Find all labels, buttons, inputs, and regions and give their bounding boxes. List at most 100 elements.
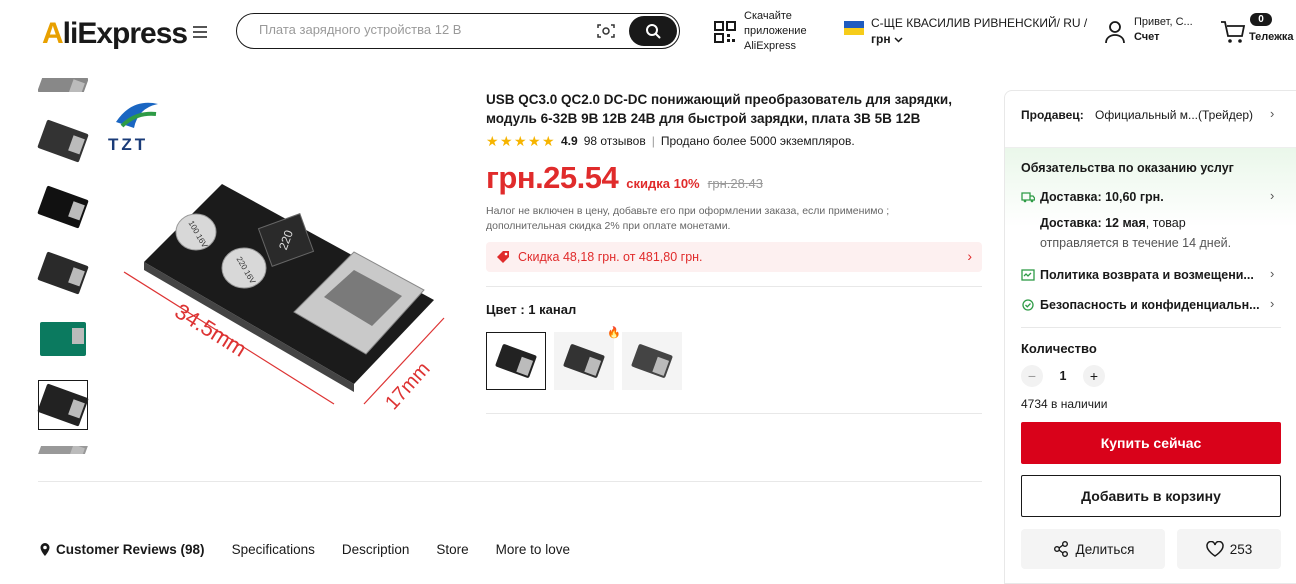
hot-flame-icon: 🔥 xyxy=(607,327,621,339)
quantity-label: Количество xyxy=(1021,341,1097,356)
menu-icon[interactable] xyxy=(193,26,207,38)
user-icon[interactable] xyxy=(1104,20,1126,44)
security-privacy-link[interactable]: Безопасность и конфиденциальн... xyxy=(1021,298,1261,312)
cart-icon[interactable] xyxy=(1220,20,1246,44)
tab-customer-reviews[interactable]: Customer Reviews (98) xyxy=(40,542,205,557)
search-bar xyxy=(236,13,680,49)
likes-count: 253 xyxy=(1229,541,1253,557)
stock-count: 4734 в наличии xyxy=(1021,397,1108,411)
reviews-link[interactable]: 98 отзывов xyxy=(584,134,646,148)
chevron-down-icon xyxy=(894,37,903,43)
tab-description[interactable]: Description xyxy=(342,542,410,557)
star-icon: ★ xyxy=(500,132,513,149)
currency-text: грн xyxy=(871,32,891,46)
shipping-cost: Доставка: 10,60 грн. xyxy=(1040,190,1164,204)
current-price: грн.25.54 xyxy=(486,160,619,195)
seller-row[interactable]: Продавец: Официальный м...(Трейдер) xyxy=(1021,108,1253,122)
cart-label[interactable]: Тележка xyxy=(1249,31,1294,43)
promo-banner[interactable]: Скидка 48,18 грн. от 481,80 грн. › xyxy=(486,242,982,272)
search-icon xyxy=(646,24,661,39)
search-button[interactable] xyxy=(629,16,677,46)
price-row: грн.25.54 скидка 10% грн.28.43 xyxy=(486,160,763,196)
logo-accent: A xyxy=(42,17,64,50)
thumbnail-2[interactable] xyxy=(37,182,89,232)
thumbnail-5-selected[interactable] xyxy=(37,380,89,430)
shipping-row[interactable]: Доставка: 10,60 грн. xyxy=(1021,190,1164,204)
quantity-value[interactable]: 1 xyxy=(1043,369,1083,383)
tax-note: Налог не включен в цену, добавьте его пр… xyxy=(486,205,890,232)
return-policy-icon xyxy=(1021,269,1035,281)
quantity-plus-button[interactable]: + xyxy=(1083,365,1105,387)
greeting-text: Привет, С... xyxy=(1134,16,1193,28)
color-label: Цвет : 1 канал xyxy=(486,302,577,317)
seller-name: Официальный м...(Трейдер) xyxy=(1095,108,1254,122)
star-icon: ★ xyxy=(514,132,527,149)
app-line-3: AliExpress xyxy=(744,40,796,52)
app-line-1: Скачайте xyxy=(744,10,792,22)
region-text: С-ЩЕ КВАСИЛИВ РИВНЕНСКИЙ/ RU / xyxy=(871,16,1088,30)
buy-now-button[interactable]: Купить сейчас xyxy=(1021,422,1281,464)
star-icon: ★ xyxy=(528,132,541,149)
chevron-right-icon: › xyxy=(1270,296,1275,311)
chevron-right-icon: › xyxy=(967,248,972,264)
promo-text: Скидка 48,18 грн. от 481,80 грн. xyxy=(518,250,703,264)
qr-code-icon[interactable] xyxy=(713,20,737,44)
security-privacy-text: Безопасность и конфиденциальн... xyxy=(1040,298,1260,312)
main-product-image[interactable]: 100 16V 220 16V 220 34.5mm 17mm xyxy=(104,92,464,432)
header: AliExpress Скачайте приложение AliExpres… xyxy=(0,0,1296,64)
region-selector[interactable]: С-ЩЕ КВАСИЛИВ РИВНЕНСКИЙ/ RU / грн xyxy=(871,15,1087,47)
tzt-logo-mark xyxy=(116,102,158,128)
discount-label: скидка 10% xyxy=(626,176,700,191)
account-text: Счет xyxy=(1134,31,1160,43)
return-policy-link[interactable]: Политика возврата и возмещени... xyxy=(1021,268,1261,282)
rating-value: 4.9 xyxy=(561,134,578,148)
coupon-tag-icon xyxy=(497,251,509,263)
cart-count-badge: 0 xyxy=(1250,13,1272,26)
tab-label: Customer Reviews (98) xyxy=(56,542,205,557)
rating-row: ★ ★ ★ ★ ★ 4.9 98 отзывов | Продано более… xyxy=(486,132,855,149)
account-menu[interactable]: Привет, С... Счет xyxy=(1134,15,1193,45)
service-title: Обязательства по оказанию услуг xyxy=(1021,161,1234,175)
quantity-minus-button[interactable]: − xyxy=(1021,365,1043,387)
thumbnail-4[interactable] xyxy=(38,314,88,364)
share-button[interactable]: Делиться xyxy=(1021,529,1165,569)
delivery-date-label: Доставка: 12 мая xyxy=(1040,216,1146,230)
product-title: USB QC3.0 QC2.0 DC-DC понижающий преобра… xyxy=(486,92,952,126)
tab-store[interactable]: Store xyxy=(436,542,468,557)
download-app-link[interactable]: Скачайте приложение AliExpress xyxy=(744,9,807,54)
location-pin-icon xyxy=(40,543,50,556)
image-search-icon[interactable] xyxy=(597,23,615,39)
tzt-brand-logo: TZT xyxy=(108,135,149,154)
thumbnail-0[interactable] xyxy=(38,78,88,92)
wishlist-button[interactable]: 253 xyxy=(1177,529,1281,569)
share-label: Делиться xyxy=(1075,541,1135,557)
add-to-cart-button[interactable]: Добавить в корзину xyxy=(1021,475,1281,517)
share-icon xyxy=(1053,541,1068,557)
width-dimension-label: 17mm xyxy=(381,358,435,414)
delivery-date: Доставка: 12 мая, товар xyxy=(1040,216,1186,230)
purchase-panel: Продавец: Официальный м...(Трейдер) › Об… xyxy=(1004,90,1296,584)
aliexpress-logo[interactable]: AliExpress xyxy=(42,17,188,51)
star-icon: ★ xyxy=(542,132,555,149)
tab-more-to-love[interactable]: More to love xyxy=(496,542,570,557)
sku-option-3[interactable] xyxy=(622,332,682,390)
thumbnail-1[interactable] xyxy=(37,116,89,166)
product-tabs: Customer Reviews (98) Specifications Des… xyxy=(40,542,597,557)
chevron-right-icon: › xyxy=(1270,106,1275,121)
sku-option-1-channel[interactable] xyxy=(486,332,546,390)
seller-label: Продавец: xyxy=(1021,108,1084,122)
app-line-2: приложение xyxy=(744,25,807,37)
shield-check-icon xyxy=(1022,299,1034,311)
ukraine-flag-icon xyxy=(844,21,864,35)
thumbnail-6[interactable] xyxy=(38,446,88,454)
thumbnail-3[interactable] xyxy=(37,248,89,298)
chevron-right-icon: › xyxy=(1270,266,1275,281)
rating-stars[interactable]: ★ ★ ★ ★ ★ xyxy=(486,132,555,149)
tab-specifications[interactable]: Specifications xyxy=(232,542,315,557)
delivery-note: отправляется в течение 14 дней. xyxy=(1040,236,1232,250)
old-price: грн.28.43 xyxy=(707,176,763,191)
chevron-right-icon: › xyxy=(1270,188,1275,203)
divider xyxy=(486,413,982,414)
sku-option-2[interactable] xyxy=(554,332,614,390)
search-input[interactable] xyxy=(259,22,589,37)
